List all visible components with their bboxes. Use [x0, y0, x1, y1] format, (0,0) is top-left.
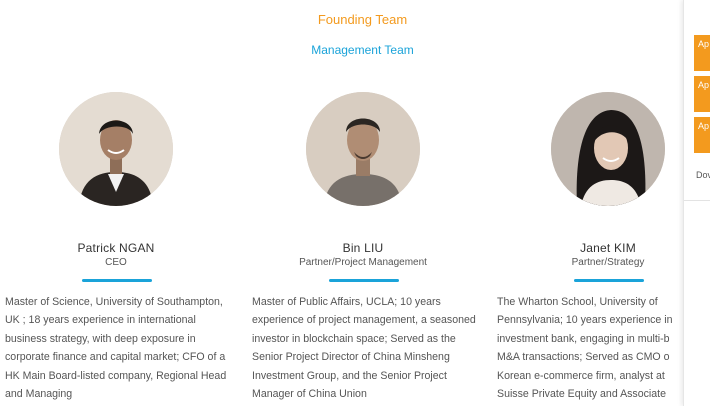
member-role: Partner/Project Management [299, 257, 427, 268]
side-action-button[interactable]: Ap ac [694, 76, 710, 112]
avatar [551, 92, 665, 206]
side-action-button[interactable]: Ap me [694, 35, 710, 71]
download-link[interactable]: Dov [696, 170, 710, 180]
member-name: Janet KIM [580, 241, 636, 255]
divider-bar [574, 279, 644, 282]
member-name: Bin LIU [342, 241, 384, 255]
divider-bar [329, 279, 399, 282]
side-action-button[interactable]: Ap de [694, 117, 710, 153]
management-team-tab[interactable]: Management Team [0, 43, 710, 57]
founding-team-heading: Founding Team [317, 12, 408, 27]
side-panel: Ap me Ap ac Ap de Dov [683, 0, 710, 406]
avatar [306, 92, 420, 206]
divider [684, 200, 710, 201]
divider-bar [82, 279, 152, 282]
member-role: Partner/Strategy [571, 257, 645, 268]
member-name: Patrick NGAN [77, 241, 155, 255]
member-bio: The Wharton School, University of Pennsy… [497, 296, 673, 401]
member-bio: Master of Public Affairs, UCLA; 10 years… [252, 296, 476, 401]
member-role: CEO [105, 257, 127, 268]
avatar [59, 92, 173, 206]
member-bio: Master of Science, University of Southam… [5, 296, 227, 401]
